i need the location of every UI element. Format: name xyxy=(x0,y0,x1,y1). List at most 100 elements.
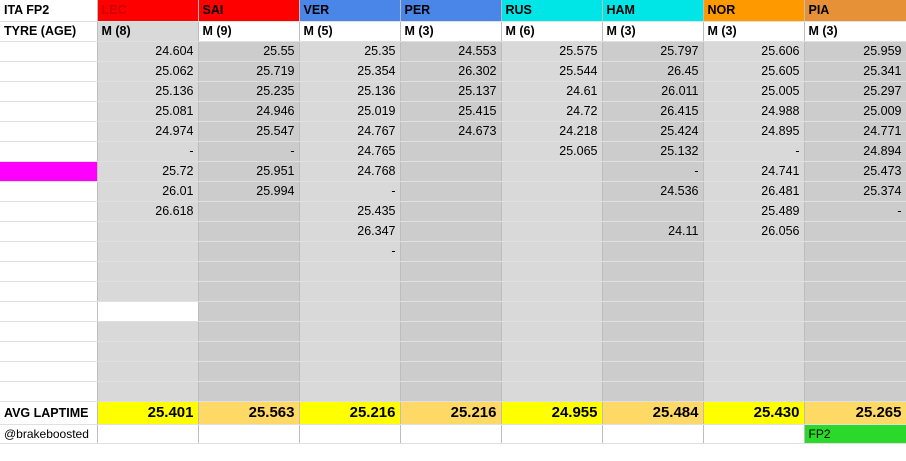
lap-cell[interactable] xyxy=(501,301,603,322)
lap-cell[interactable] xyxy=(804,361,906,382)
lap-cell[interactable] xyxy=(703,361,805,382)
lap-cell[interactable]: 25.009 xyxy=(804,101,906,122)
lap-cell[interactable]: 25.341 xyxy=(804,61,906,82)
row-label-cell[interactable] xyxy=(0,121,98,142)
lap-cell[interactable]: 26.01 xyxy=(97,181,199,202)
lap-cell[interactable] xyxy=(97,341,199,362)
lap-cell[interactable]: 25.544 xyxy=(501,61,603,82)
lap-cell[interactable]: 25.005 xyxy=(703,81,805,102)
lap-cell[interactable]: 25.959 xyxy=(804,41,906,62)
lap-cell[interactable]: 24.61 xyxy=(501,81,603,102)
avg-cell-per[interactable]: 25.216 xyxy=(400,401,502,425)
lap-cell[interactable]: 24.72 xyxy=(501,101,603,122)
lap-cell[interactable] xyxy=(400,161,502,182)
lap-cell[interactable] xyxy=(400,381,502,402)
lap-cell[interactable] xyxy=(602,281,704,302)
tyre-label[interactable]: TYRE (AGE) xyxy=(0,21,98,42)
tyre-cell-rus[interactable]: M (6) xyxy=(501,21,603,42)
lap-cell[interactable] xyxy=(97,361,199,382)
lap-cell[interactable]: 25.489 xyxy=(703,201,805,222)
lap-cell[interactable] xyxy=(400,181,502,202)
lap-cell[interactable]: 25.424 xyxy=(602,121,704,142)
lap-cell[interactable] xyxy=(400,361,502,382)
lap-cell[interactable]: 24.553 xyxy=(400,41,502,62)
lap-cell[interactable]: 25.547 xyxy=(198,121,300,142)
lap-cell[interactable]: 24.741 xyxy=(703,161,805,182)
avg-cell-lec[interactable]: 25.401 xyxy=(97,401,199,425)
row-label-cell[interactable] xyxy=(0,61,98,82)
lap-cell[interactable] xyxy=(198,381,300,402)
tyre-cell-nor[interactable]: M (3) xyxy=(703,21,805,42)
driver-header-ver[interactable]: VER xyxy=(299,0,401,22)
credit-text[interactable]: @brakeboosted xyxy=(0,424,98,444)
lap-cell[interactable]: 24.974 xyxy=(97,121,199,142)
driver-header-lec[interactable]: LEC xyxy=(97,0,199,22)
lap-cell[interactable]: 24.895 xyxy=(703,121,805,142)
lap-cell[interactable] xyxy=(501,161,603,182)
lap-cell[interactable] xyxy=(501,201,603,222)
driver-header-pia[interactable]: PIA xyxy=(804,0,906,22)
lap-cell[interactable] xyxy=(198,321,300,342)
lap-cell[interactable]: 24.673 xyxy=(400,121,502,142)
sheet-title[interactable]: ITA FP2 xyxy=(0,0,98,22)
avg-cell-pia[interactable]: 25.265 xyxy=(804,401,906,425)
lap-cell[interactable] xyxy=(299,281,401,302)
lap-cell[interactable]: 25.72 xyxy=(97,161,199,182)
lap-cell[interactable]: 25.797 xyxy=(602,41,704,62)
lap-cell[interactable] xyxy=(299,341,401,362)
lap-cell[interactable] xyxy=(501,281,603,302)
lap-cell[interactable]: 25.081 xyxy=(97,101,199,122)
lap-cell[interactable] xyxy=(703,261,805,282)
lap-cell[interactable]: 25.297 xyxy=(804,81,906,102)
avg-cell-ham[interactable]: 25.484 xyxy=(602,401,704,425)
row-label-cell[interactable] xyxy=(0,141,98,162)
lap-cell[interactable] xyxy=(97,321,199,342)
lap-cell[interactable]: 26.415 xyxy=(602,101,704,122)
lap-cell[interactable]: 25.575 xyxy=(501,41,603,62)
row-label-cell[interactable] xyxy=(0,281,98,302)
lap-cell[interactable] xyxy=(198,221,300,242)
lap-cell[interactable] xyxy=(198,301,300,322)
row-label-cell[interactable] xyxy=(0,221,98,242)
lap-cell[interactable] xyxy=(400,221,502,242)
row-label-cell[interactable] xyxy=(0,301,98,322)
lap-cell[interactable] xyxy=(501,261,603,282)
lap-cell[interactable]: - xyxy=(602,161,704,182)
row-label-cell[interactable] xyxy=(0,341,98,362)
driver-header-per[interactable]: PER xyxy=(400,0,502,22)
lap-cell[interactable]: 26.45 xyxy=(602,61,704,82)
lap-cell[interactable]: 26.347 xyxy=(299,221,401,242)
empty-cell[interactable] xyxy=(198,424,300,444)
lap-cell[interactable] xyxy=(602,201,704,222)
lap-cell[interactable]: 24.946 xyxy=(198,101,300,122)
lap-cell[interactable] xyxy=(97,241,199,262)
lap-cell[interactable] xyxy=(400,261,502,282)
lap-cell[interactable] xyxy=(400,141,502,162)
lap-cell[interactable] xyxy=(501,221,603,242)
lap-cell[interactable] xyxy=(400,341,502,362)
lap-cell[interactable]: 25.719 xyxy=(198,61,300,82)
lap-cell[interactable] xyxy=(703,301,805,322)
lap-cell[interactable]: 25.065 xyxy=(501,141,603,162)
lap-cell[interactable]: 25.374 xyxy=(804,181,906,202)
lap-cell[interactable] xyxy=(703,281,805,302)
lap-cell[interactable]: 25.435 xyxy=(299,201,401,222)
lap-cell[interactable] xyxy=(400,301,502,322)
empty-cell[interactable] xyxy=(97,424,199,444)
lap-cell[interactable] xyxy=(501,381,603,402)
avg-label[interactable]: AVG LAPTIME xyxy=(0,401,98,425)
lap-cell[interactable] xyxy=(400,201,502,222)
lap-cell[interactable] xyxy=(804,221,906,242)
lap-cell[interactable] xyxy=(602,241,704,262)
lap-cell[interactable] xyxy=(703,381,805,402)
lap-cell[interactable]: - xyxy=(804,201,906,222)
lap-cell[interactable] xyxy=(804,241,906,262)
lap-cell[interactable] xyxy=(602,381,704,402)
lap-cell[interactable] xyxy=(299,261,401,282)
lap-cell[interactable] xyxy=(97,261,199,282)
lap-cell[interactable] xyxy=(299,301,401,322)
lap-cell[interactable]: - xyxy=(97,141,199,162)
lap-cell[interactable]: 26.618 xyxy=(97,201,199,222)
lap-cell[interactable] xyxy=(804,261,906,282)
empty-cell[interactable] xyxy=(501,424,603,444)
